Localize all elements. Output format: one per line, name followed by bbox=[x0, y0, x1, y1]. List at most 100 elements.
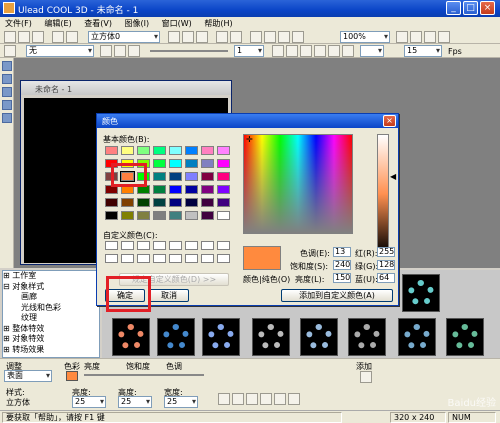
basic-color-swatch[interactable] bbox=[137, 146, 150, 155]
basic-color-swatch[interactable] bbox=[105, 146, 118, 155]
basic-color-swatch[interactable] bbox=[169, 146, 182, 155]
save-icon[interactable] bbox=[32, 31, 44, 43]
basic-color-swatch[interactable] bbox=[217, 159, 230, 168]
align-center-icon[interactable] bbox=[232, 393, 244, 405]
undo-icon[interactable] bbox=[52, 31, 64, 43]
basic-color-swatch[interactable] bbox=[137, 198, 150, 207]
basic-color-swatch[interactable] bbox=[105, 211, 118, 220]
lum-field[interactable]: 150 bbox=[333, 273, 351, 283]
basic-color-swatch[interactable] bbox=[169, 159, 182, 168]
minimize-icon[interactable]: _ bbox=[446, 1, 461, 15]
custom-color-swatch[interactable] bbox=[185, 254, 198, 263]
basic-color-swatch[interactable] bbox=[153, 211, 166, 220]
basic-color-swatch[interactable] bbox=[153, 198, 166, 207]
basic-color-swatch[interactable] bbox=[185, 198, 198, 207]
basic-color-swatch[interactable] bbox=[201, 211, 214, 220]
adjust-slider[interactable] bbox=[84, 374, 204, 376]
luminance-slider[interactable] bbox=[377, 134, 389, 254]
grid-icon[interactable] bbox=[410, 31, 422, 43]
custom-color-swatch[interactable] bbox=[169, 254, 182, 263]
custom-color-swatch[interactable] bbox=[217, 241, 230, 250]
width-field[interactable]: 25 bbox=[164, 396, 198, 408]
wire-icon[interactable] bbox=[424, 31, 436, 43]
total-frames[interactable] bbox=[360, 45, 384, 57]
fit-icon[interactable] bbox=[396, 31, 408, 43]
bevel-icon[interactable] bbox=[260, 393, 272, 405]
tree-item[interactable]: 画廊 bbox=[3, 292, 99, 303]
tree-item[interactable]: ⊞ 对象特效 bbox=[3, 334, 99, 345]
tree-item[interactable]: ⊞ 工作室 bbox=[3, 271, 99, 282]
tree-item[interactable]: ⊞ 整体特效 bbox=[3, 324, 99, 335]
basic-color-swatch[interactable] bbox=[185, 146, 198, 155]
hue-field[interactable]: 13 bbox=[333, 247, 351, 257]
bold-icon[interactable] bbox=[288, 393, 300, 405]
stop-icon[interactable] bbox=[314, 45, 326, 57]
redo-icon[interactable] bbox=[66, 31, 78, 43]
basic-color-swatch[interactable] bbox=[153, 185, 166, 194]
basic-color-swatch[interactable] bbox=[169, 185, 182, 194]
basic-color-swatch[interactable] bbox=[201, 146, 214, 155]
menu-window[interactable]: 窗口(W) bbox=[157, 17, 197, 30]
menu-edit[interactable]: 编辑(E) bbox=[39, 17, 76, 30]
custom-color-swatch[interactable] bbox=[105, 254, 118, 263]
gallery-thumb[interactable] bbox=[402, 274, 440, 312]
basic-color-swatch[interactable] bbox=[137, 211, 150, 220]
tree-item[interactable]: ⊞ 转场效果 bbox=[3, 345, 99, 356]
dialog-close-icon[interactable]: × bbox=[383, 115, 396, 127]
basic-color-swatch[interactable] bbox=[185, 172, 198, 181]
insert-shape-icon[interactable] bbox=[2, 87, 12, 97]
zoom-select[interactable]: 100% bbox=[340, 31, 390, 43]
basic-color-swatch[interactable] bbox=[121, 211, 134, 220]
gallery-thumb[interactable] bbox=[202, 318, 240, 356]
text-icon[interactable] bbox=[250, 31, 262, 43]
custom-color-swatch[interactable] bbox=[121, 241, 134, 250]
custom-color-swatch[interactable] bbox=[201, 254, 214, 263]
gallery-thumb[interactable] bbox=[300, 318, 338, 356]
basic-color-swatch[interactable] bbox=[169, 172, 182, 181]
frame-field[interactable]: 1 bbox=[234, 45, 264, 57]
cube-icon[interactable] bbox=[2, 113, 12, 123]
object-select[interactable]: 立方体0 bbox=[88, 31, 160, 43]
basic-color-swatch[interactable] bbox=[185, 211, 198, 220]
color-swatch[interactable] bbox=[66, 371, 78, 381]
basic-color-swatch[interactable] bbox=[153, 146, 166, 155]
menu-help[interactable]: 帮助(H) bbox=[199, 17, 237, 30]
basic-color-swatch[interactable] bbox=[217, 146, 230, 155]
gallery-thumb[interactable] bbox=[348, 318, 386, 356]
timeline-slider[interactable] bbox=[150, 50, 228, 52]
custom-color-swatch[interactable] bbox=[201, 241, 214, 250]
basic-color-swatch[interactable] bbox=[185, 159, 198, 168]
adjust-select[interactable]: 表面 bbox=[4, 370, 52, 382]
last-frame-icon[interactable] bbox=[342, 45, 354, 57]
style-select[interactable]: 无 bbox=[26, 45, 94, 57]
custom-color-swatch[interactable] bbox=[137, 241, 150, 250]
prev-frame-icon[interactable] bbox=[286, 45, 298, 57]
basic-color-swatch[interactable] bbox=[121, 146, 134, 155]
basic-color-swatch[interactable] bbox=[185, 185, 198, 194]
play-icon[interactable] bbox=[300, 45, 312, 57]
key-flip-icon[interactable] bbox=[128, 45, 140, 57]
gallery-thumb[interactable] bbox=[157, 318, 195, 356]
rotate-icon[interactable] bbox=[182, 31, 194, 43]
gallery-thumb[interactable] bbox=[112, 318, 150, 356]
props-icon[interactable] bbox=[4, 45, 16, 57]
gallery-thumb[interactable] bbox=[398, 318, 436, 356]
basic-color-swatch[interactable] bbox=[217, 172, 230, 181]
key-remove-icon[interactable] bbox=[114, 45, 126, 57]
gallery-thumb[interactable] bbox=[252, 318, 290, 356]
red-field[interactable]: 255 bbox=[377, 247, 395, 257]
tree-item[interactable]: ⊟ 对象样式 bbox=[3, 282, 99, 293]
green-field[interactable]: 128 bbox=[377, 260, 395, 270]
basic-color-swatch[interactable] bbox=[169, 211, 182, 220]
gallery-thumb[interactable] bbox=[446, 318, 484, 356]
close-icon[interactable]: × bbox=[480, 1, 495, 15]
shape-icon[interactable] bbox=[264, 31, 276, 43]
basic-color-swatch[interactable] bbox=[201, 159, 214, 168]
first-frame-icon[interactable] bbox=[272, 45, 284, 57]
geometry-icon[interactable] bbox=[278, 31, 290, 43]
size-icon[interactable] bbox=[196, 31, 208, 43]
custom-color-swatch[interactable] bbox=[217, 254, 230, 263]
basic-color-swatch[interactable] bbox=[217, 211, 230, 220]
menu-file[interactable]: 文件(F) bbox=[0, 17, 37, 30]
basic-color-swatch[interactable] bbox=[217, 185, 230, 194]
